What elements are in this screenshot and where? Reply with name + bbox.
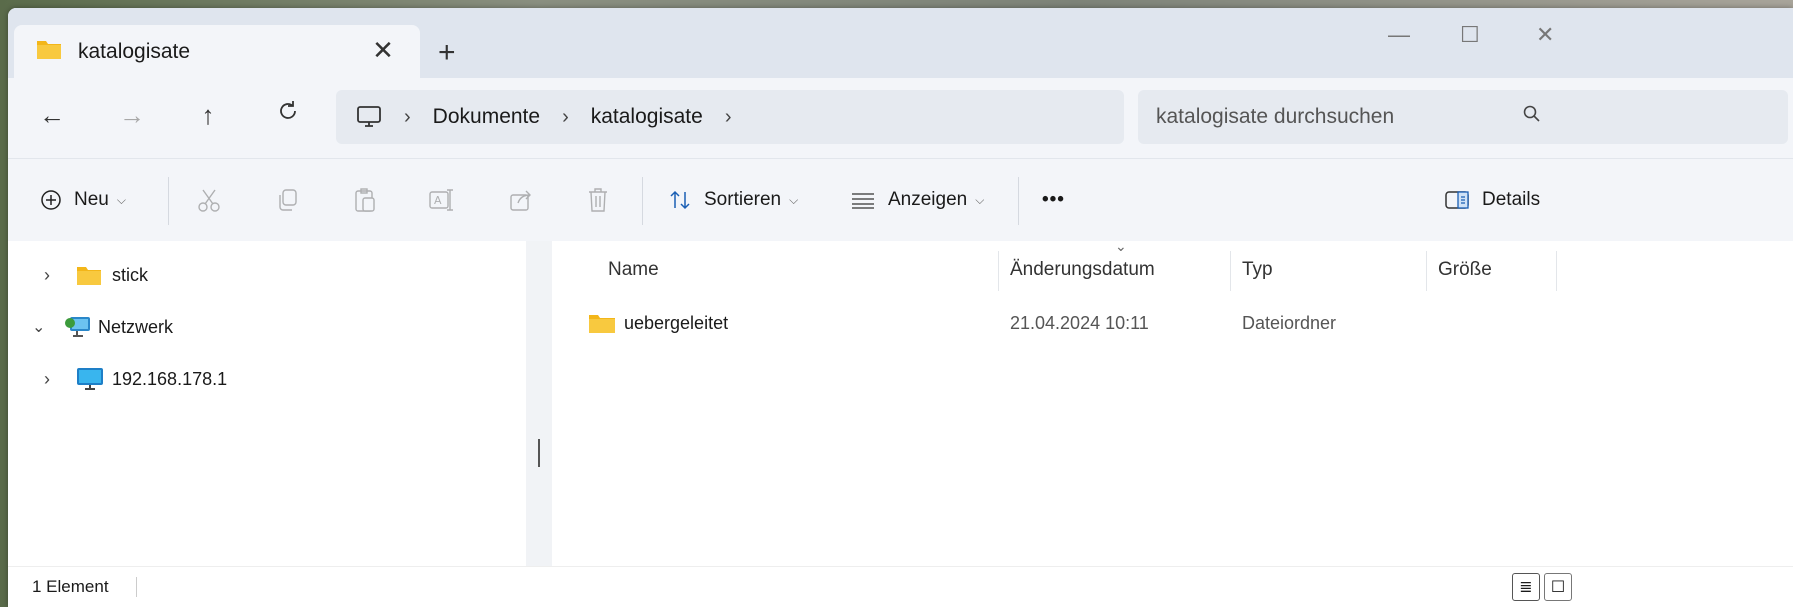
- title-bar: katalogisate ✕ + — ☐ ✕: [8, 8, 1793, 78]
- sort-button[interactable]: Sortieren ⌵: [668, 159, 798, 241]
- column-header-name[interactable]: Name: [608, 241, 659, 299]
- file-name: uebergeleitet: [624, 312, 729, 333]
- table-row[interactable]: uebergeleitet 21.04.2024 10:11 Dateiordn…: [552, 299, 1793, 347]
- breadcrumb-dokumente[interactable]: Dokumente: [433, 105, 540, 129]
- tab-close-icon[interactable]: ✕: [368, 35, 398, 66]
- paste-button[interactable]: [352, 159, 378, 241]
- refresh-icon: [280, 101, 296, 119]
- new-tab-button[interactable]: +: [438, 36, 456, 70]
- file-explorer-window: katalogisate ✕ + — ☐ ✕ ← → ↑ › Dokumente…: [8, 8, 1793, 607]
- list-view-icon: [852, 193, 874, 209]
- plus-circle-icon: [41, 190, 61, 210]
- tab-katalogisate[interactable]: katalogisate ✕: [14, 25, 420, 78]
- trash-icon: [589, 188, 607, 212]
- view-label: Anzeigen: [888, 189, 968, 210]
- chevron-down-icon[interactable]: ⌄: [32, 317, 45, 337]
- tree-item-label: Netzwerk: [98, 316, 174, 337]
- new-label: Neu: [74, 189, 109, 210]
- new-button[interactable]: Neu ⌵: [40, 159, 126, 241]
- network-icon: [64, 315, 92, 339]
- tab-title: katalogisate: [78, 39, 191, 63]
- splitter-grip[interactable]: [538, 439, 540, 467]
- address-bar[interactable]: › Dokumente › katalogisate ›: [336, 90, 1124, 144]
- sort-icon: [670, 190, 690, 210]
- pane-splitter[interactable]: [526, 241, 552, 567]
- copy-icon: [279, 189, 297, 211]
- file-name-cell[interactable]: uebergeleitet: [588, 299, 728, 347]
- details-pane-icon: [1445, 191, 1469, 209]
- navigation-bar: ← → ↑ › Dokumente › katalogisate › katal…: [8, 78, 1793, 158]
- column-separator[interactable]: [1426, 251, 1427, 291]
- column-header-size[interactable]: Größe: [1438, 241, 1492, 299]
- cut-button[interactable]: [196, 159, 222, 241]
- refresh-button[interactable]: [268, 98, 308, 129]
- sort-label: Sortieren: [704, 189, 782, 210]
- toolbar-divider: [642, 177, 643, 225]
- column-header-type[interactable]: Typ: [1242, 241, 1273, 299]
- item-count: 1 Element: [32, 577, 109, 596]
- rename-button[interactable]: A: [428, 159, 456, 241]
- search-input[interactable]: katalogisate durchsuchen: [1156, 105, 1394, 129]
- delete-button[interactable]: [586, 159, 610, 241]
- forward-button[interactable]: →: [112, 100, 152, 131]
- file-type: Dateiordner: [1242, 312, 1337, 333]
- tree-item-label: stick: [112, 264, 148, 285]
- command-toolbar: Neu ⌵ A Sortieren ⌵ Anzeigen ⌵ ••• Detai…: [8, 158, 1793, 242]
- toolbar-divider: [168, 177, 169, 225]
- breadcrumb-separator-icon: ›: [562, 105, 569, 128]
- tiles-view-icon: ☐: [1550, 579, 1566, 596]
- monitor-icon: [76, 367, 104, 391]
- column-header-date[interactable]: Änderungsdatum: [1010, 241, 1155, 299]
- tree-item-label: 192.168.178.1: [112, 368, 228, 389]
- file-list: Name ⌄ Änderungsdatum Typ Größe uebergel…: [552, 238, 1793, 567]
- folder-icon: [36, 38, 62, 65]
- details-pane-button[interactable]: Details: [1444, 159, 1540, 241]
- details-view-button[interactable]: ≣: [1512, 573, 1540, 601]
- toolbar-divider: [1018, 177, 1019, 225]
- status-bar: 1 Element ≣ ☐: [8, 566, 1793, 607]
- chevron-down-icon: ⌵: [789, 192, 799, 207]
- view-button[interactable]: Anzeigen ⌵: [850, 159, 984, 241]
- tiles-view-button[interactable]: ☐: [1544, 573, 1572, 601]
- breadcrumb-separator-icon[interactable]: ›: [725, 106, 732, 129]
- chevron-down-icon: ⌵: [975, 192, 985, 207]
- status-divider: [136, 577, 137, 597]
- file-date: 21.04.2024 10:11: [1010, 312, 1149, 333]
- clipboard-icon: [355, 188, 375, 212]
- rename-icon: A: [429, 189, 453, 211]
- share-icon: [510, 190, 531, 211]
- navigation-pane: › stick ⌄ Netzwerk › 192.168.178.1: [8, 241, 526, 567]
- back-button[interactable]: ←: [32, 100, 72, 131]
- folder-icon: [588, 312, 616, 334]
- column-separator[interactable]: [1230, 251, 1231, 291]
- scissors-icon: [198, 189, 220, 212]
- column-separator[interactable]: [998, 251, 999, 291]
- close-window-button[interactable]: ✕: [1536, 22, 1554, 48]
- more-options-button[interactable]: •••: [1042, 159, 1065, 241]
- share-button[interactable]: [508, 159, 534, 241]
- minimize-button[interactable]: —: [1388, 22, 1410, 48]
- details-view-icon: ≣: [1519, 579, 1533, 596]
- svg-text:A: A: [434, 194, 442, 207]
- breadcrumb-katalogisate[interactable]: katalogisate: [591, 105, 703, 129]
- details-label: Details: [1482, 189, 1541, 210]
- column-separator[interactable]: [1556, 251, 1557, 291]
- chevron-right-icon[interactable]: ›: [44, 265, 50, 286]
- computer-icon: [356, 105, 382, 129]
- up-button[interactable]: ↑: [188, 100, 228, 131]
- maximize-button[interactable]: ☐: [1460, 22, 1480, 48]
- copy-button[interactable]: [274, 159, 300, 241]
- chevron-down-icon: ⌵: [116, 192, 126, 207]
- search-icon: [1522, 104, 1542, 130]
- folder-icon: [76, 264, 102, 286]
- chevron-right-icon[interactable]: ›: [44, 369, 50, 390]
- breadcrumb-separator-icon: ›: [404, 105, 411, 128]
- search-box[interactable]: katalogisate durchsuchen: [1138, 90, 1788, 144]
